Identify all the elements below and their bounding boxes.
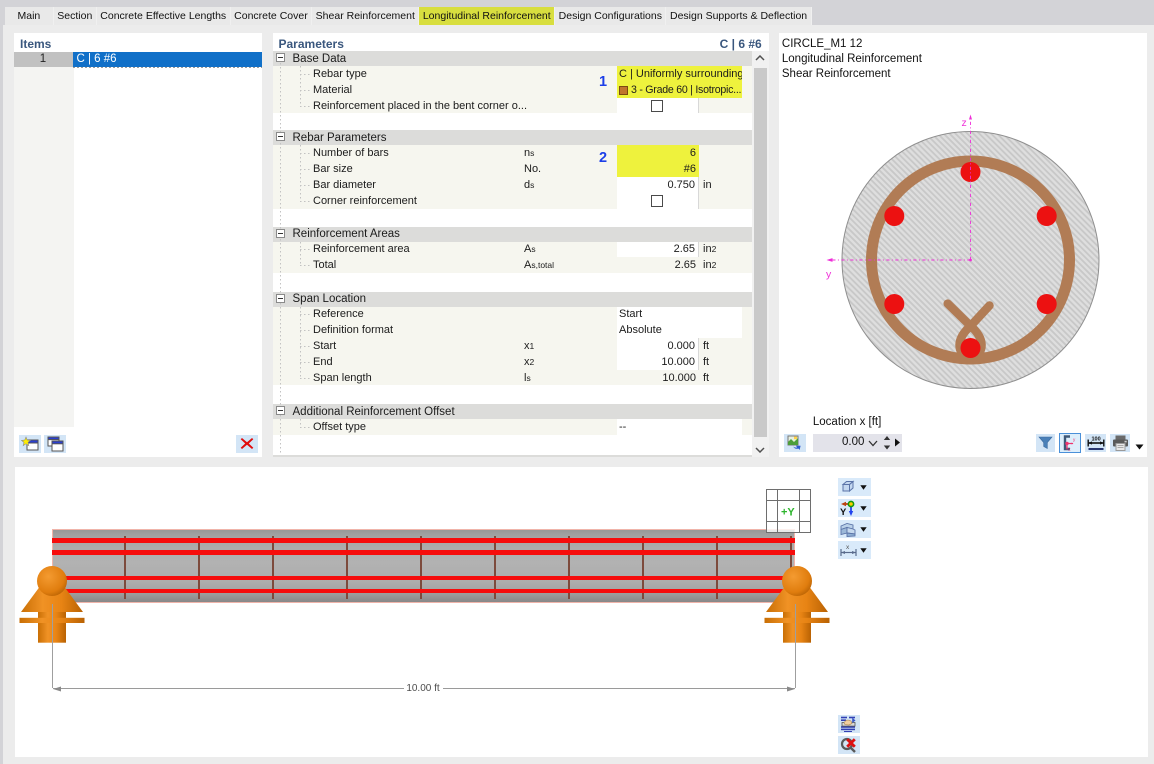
svg-text:z: z xyxy=(961,118,966,129)
svg-text:y: y xyxy=(1073,437,1076,442)
svg-text:Y: Y xyxy=(840,507,847,517)
svg-text:+Y: +Y xyxy=(781,507,795,519)
svg-text:x: x xyxy=(1069,447,1072,451)
svg-text:y: y xyxy=(826,269,832,280)
svg-text:x: x xyxy=(846,544,850,551)
svg-text:100: 100 xyxy=(1091,436,1100,442)
